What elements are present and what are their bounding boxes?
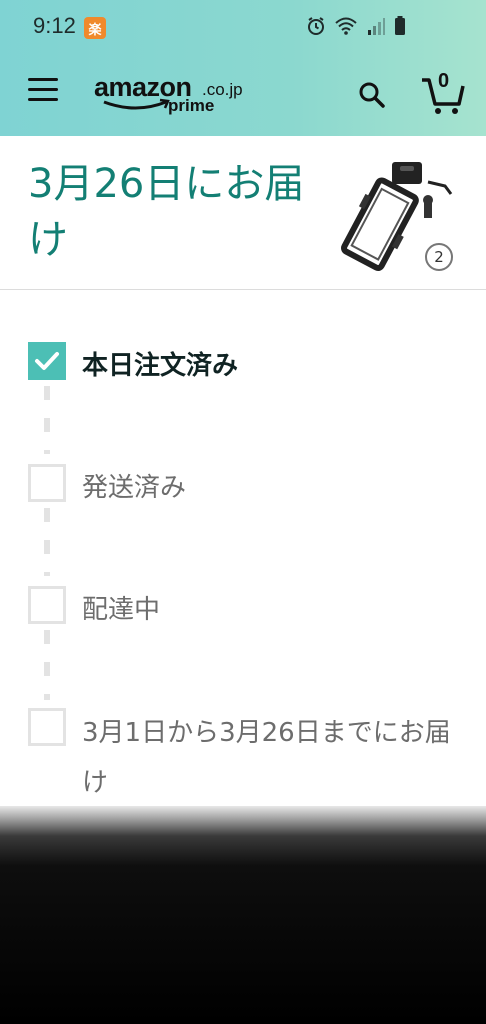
delivery-summary: 3月26日にお届け 2 (0, 136, 486, 290)
signal-icon (368, 18, 385, 35)
tracker-connector (44, 386, 50, 454)
delivery-date-title: 3月26日にお届け (28, 161, 305, 263)
obscured-region (0, 806, 486, 1024)
search-icon[interactable] (358, 81, 386, 109)
battery-icon (395, 16, 405, 35)
item-count-badge: 2 (425, 243, 453, 271)
unchecked-box-icon (28, 464, 66, 502)
app-notification-icon: 楽 (84, 17, 106, 39)
tracker-connector (44, 508, 50, 576)
tracker-step-label: 3月1日から3月26日までにお届け (82, 718, 451, 798)
cart-count: 0 (438, 70, 450, 92)
unchecked-box-icon (28, 586, 66, 624)
alarm-icon (308, 17, 324, 35)
tracker-step-label: 配達中 (82, 595, 161, 625)
wifi-icon (335, 17, 357, 35)
status-bar: 9:12 楽 (0, 0, 486, 50)
tracker-connector (44, 630, 50, 700)
logo-prime: prime (168, 96, 215, 115)
status-icons (306, 16, 406, 36)
checkmark-icon (35, 352, 59, 370)
amazon-logo[interactable]: amazon .co.jp prime (94, 72, 254, 122)
smile-arrow-icon (103, 98, 170, 110)
tracker-step-label: 本日注文済み (82, 351, 239, 381)
tracker-step-label: 発送済み (82, 473, 187, 503)
status-time: 9:12 (33, 13, 76, 38)
app-header: amazon .co.jp prime 0 (0, 50, 486, 136)
unchecked-box-icon (28, 708, 66, 746)
menu-icon[interactable] (28, 78, 58, 104)
shipment-tracker: 本日注文済み 発送済み 配達中 3月1日から3月26日までにお届け (0, 290, 486, 810)
checked-box-icon (28, 342, 66, 380)
